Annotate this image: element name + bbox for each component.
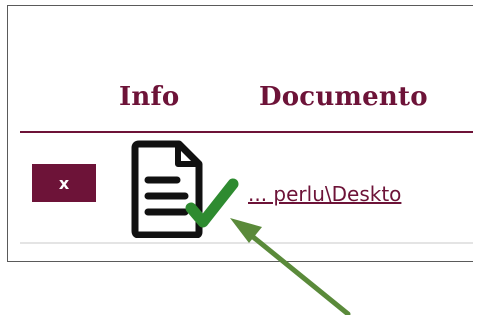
document-check-icon xyxy=(131,140,239,238)
delete-row-button[interactable]: x xyxy=(32,164,96,202)
row-divider xyxy=(20,242,473,244)
column-header-documento: Documento xyxy=(259,82,428,112)
documents-table-screenshot: Info Documento x ... perlu\Deskto xyxy=(7,5,473,262)
header-divider xyxy=(20,131,473,133)
document-path-link[interactable]: ... perlu\Deskto xyxy=(248,182,401,206)
column-header-info: Info xyxy=(119,82,180,112)
